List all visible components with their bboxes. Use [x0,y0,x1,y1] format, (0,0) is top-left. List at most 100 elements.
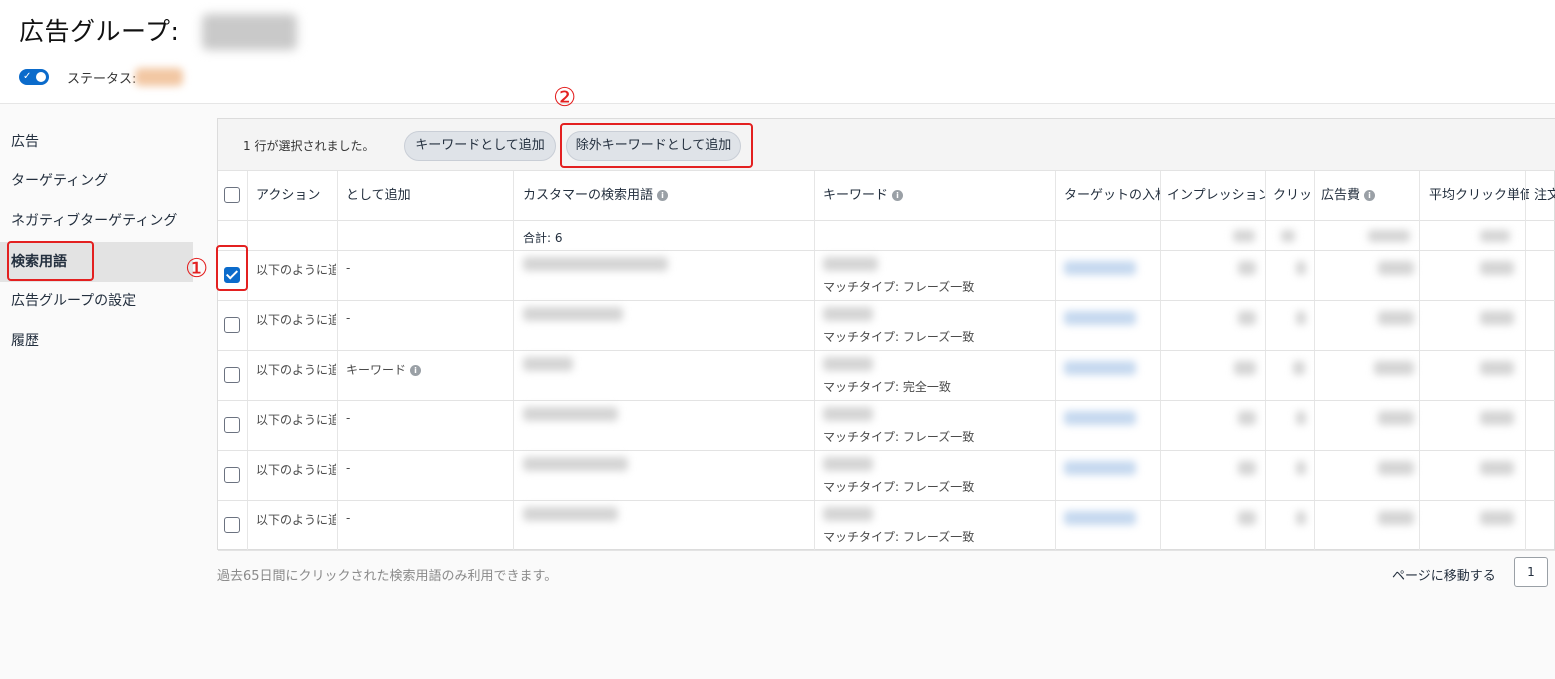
table-header: アクション として追加 カスタマーの検索用語 i キーワード i ターゲットの入札 … [218,171,1555,221]
target-bid-redacted[interactable] [1064,311,1136,325]
row-checkbox[interactable] [224,367,240,383]
select-all-checkbox[interactable] [224,187,240,203]
info-icon[interactable]: i [1364,190,1376,201]
page-header: 広告グループ: ✓ ステータス: [0,0,1555,104]
sidebar-item-history[interactable]: 履歴 [0,321,193,361]
row-match-type: マッチタイプ: フレーズ一致 [823,330,975,344]
target-bid-redacted[interactable] [1064,261,1136,275]
keyword-redacted [823,357,873,371]
cpc-redacted [1480,461,1514,475]
status-label: ステータス: [67,72,137,87]
row-added-as: - [346,311,351,325]
table-row[interactable]: 以下のように追 - マッチタイプ: フレーズ一致 [218,251,1555,301]
table-row[interactable]: 以下のように追 - マッチタイプ: フレーズ一致 [218,451,1555,501]
search-terms-note: 過去65日間にクリックされた検索用語のみ利用できます。 [217,569,558,584]
search-term-redacted [523,457,628,471]
add-as-keyword-button[interactable]: キーワードとして追加 [404,131,556,161]
row-checkbox[interactable] [224,467,240,483]
col-customer-search-term[interactable]: カスタマーの検索用語 i [523,171,813,221]
sidebar-item-ad-group-settings[interactable]: 広告グループの設定 [0,281,193,321]
col-keyword-label: キーワード [823,188,889,203]
row-action[interactable]: 以下のように追 [256,461,336,478]
row-match-type: マッチタイプ: フレーズ一致 [823,280,975,294]
col-target-bid[interactable]: ターゲットの入札 [1064,171,1160,221]
spend-redacted [1378,411,1414,425]
total-clicks-redacted [1281,230,1295,242]
info-icon[interactable]: i [410,365,422,376]
annotation-number-one: ① [185,254,209,284]
clicks-redacted [1296,461,1306,475]
selection-count: 1 行が選択されました。 [243,139,375,153]
cpc-redacted [1480,261,1514,275]
row-added-as: - [346,261,351,275]
total-impressions-redacted [1233,230,1255,242]
row-added-as: キーワード i [346,361,422,378]
page-title: 広告グループ: [19,17,180,46]
totals-row: 合計: 6 [218,221,1555,251]
col-clicks[interactable]: クリック [1273,171,1313,221]
impressions-redacted [1238,261,1256,275]
table-row[interactable]: 以下のように追 - マッチタイプ: フレーズ一致 [218,401,1555,451]
info-icon[interactable]: i [892,190,904,201]
sidebar-item-targeting[interactable]: ターゲティング [0,161,193,201]
row-added-as: - [346,461,351,475]
row-action[interactable]: 以下のように追 [256,511,336,528]
row-action[interactable]: 以下のように追 [256,261,336,278]
search-term-redacted [523,507,618,521]
search-term-redacted [523,307,623,321]
table-row[interactable]: 以下のように追 - マッチタイプ: フレーズ一致 [218,301,1555,351]
row-checkbox[interactable] [224,417,240,433]
clicks-redacted [1296,411,1306,425]
cpc-redacted [1480,411,1514,425]
col-spend[interactable]: 広告費 i [1321,171,1416,221]
goto-page-input[interactable]: 1 [1514,557,1548,587]
cpc-redacted [1480,511,1514,525]
clicks-redacted [1296,261,1306,275]
search-term-redacted [523,357,573,371]
row-checkbox[interactable] [224,517,240,533]
keyword-redacted [823,457,873,471]
col-added-as[interactable]: として追加 [346,171,506,221]
annotation-highlight-search-terms [7,241,94,281]
col-keyword[interactable]: キーワード i [823,171,1053,221]
info-icon[interactable]: i [657,190,669,201]
keyword-redacted [823,307,873,321]
row-added-as: - [346,511,351,525]
row-action[interactable]: 以下のように追 [256,361,336,378]
total-spend-redacted [1368,230,1410,242]
col-customer-search-term-label: カスタマーの検索用語 [523,188,654,203]
search-terms-table: 1 行が選択されました。 キーワードとして追加 除外キーワードとして追加 アクシ… [217,118,1555,551]
check-icon: ✓ [23,71,32,82]
col-impressions[interactable]: インプレッション [1167,171,1266,221]
annotation-highlight-row-checkbox [216,245,248,291]
cpc-redacted [1480,361,1514,375]
status-toggle[interactable]: ✓ [19,69,49,85]
impressions-redacted [1234,361,1256,375]
col-orders[interactable]: 注文 [1534,171,1555,221]
total-cpc-redacted [1480,230,1510,242]
row-checkbox[interactable] [224,317,240,333]
col-action[interactable]: アクション [256,171,336,221]
clicks-redacted [1293,361,1305,375]
target-bid-redacted[interactable] [1064,461,1136,475]
row-match-type: マッチタイプ: フレーズ一致 [823,430,975,444]
col-spend-label: 広告費 [1321,188,1361,203]
target-bid-redacted[interactable] [1064,411,1136,425]
total-count: 合計: 6 [523,231,563,245]
impressions-redacted [1238,511,1256,525]
spend-redacted [1374,361,1414,375]
goto-page-label: ページに移動する [1392,569,1496,584]
col-avg-cpc[interactable]: 平均クリック単価 [1429,171,1529,221]
sidebar-item-negative-targeting[interactable]: ネガティブターゲティング [0,201,193,241]
row-action[interactable]: 以下のように追 [256,411,336,428]
row-match-type: マッチタイプ: 完全一致 [823,380,951,394]
sidebar-item-ads[interactable]: 広告 [0,122,193,162]
target-bid-redacted[interactable] [1064,361,1136,375]
table-row[interactable]: 以下のように追 - マッチタイプ: フレーズ一致 [218,501,1555,551]
annotation-highlight-negative-button [560,123,753,168]
table-row[interactable]: 以下のように追 キーワード i マッチタイプ: 完全一致 [218,351,1555,401]
row-added-as-label: キーワード [346,363,407,377]
target-bid-redacted[interactable] [1064,511,1136,525]
spend-redacted [1378,511,1414,525]
row-action[interactable]: 以下のように追 [256,311,336,328]
